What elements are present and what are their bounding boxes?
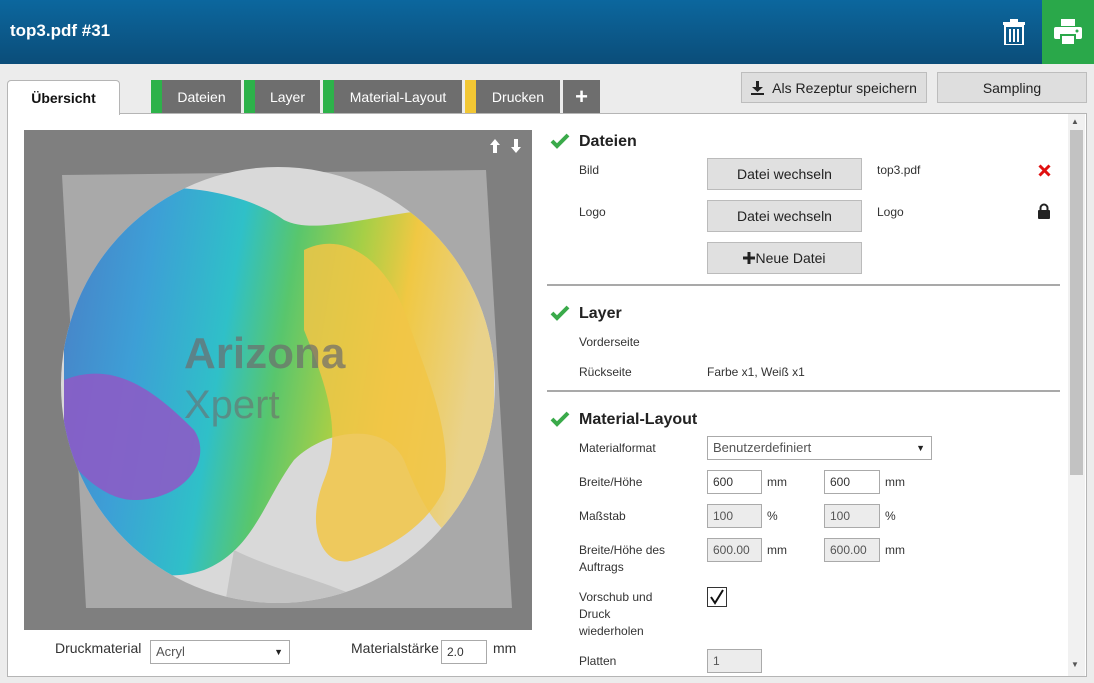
lock-icon — [1038, 203, 1050, 219]
plates-label: Platten — [579, 654, 617, 668]
title-bar: top3.pdf #31 — [0, 0, 1094, 64]
tab-layer[interactable]: Layer — [244, 80, 320, 113]
scroll-up-arrow-icon[interactable]: ▲ — [1071, 117, 1079, 126]
download-icon — [751, 80, 765, 95]
check-icon — [550, 411, 570, 427]
preview-image: Arizona Xpert — [61, 167, 512, 608]
back-value: Farbe x1, Weiß x1 — [707, 365, 805, 379]
add-tab-button[interactable]: + — [563, 80, 600, 113]
width-unit: mm — [767, 475, 787, 489]
change-image-button[interactable]: Datei wechseln — [707, 158, 862, 190]
tab-material-layout[interactable]: Material-Layout — [323, 80, 462, 113]
repeat-label: Vorschub und Druck wiederholen — [579, 590, 653, 638]
brand-text-2: Xpert — [184, 383, 280, 427]
tab-label: Drucken — [491, 88, 545, 105]
scale-x-unit: % — [767, 509, 778, 523]
material-label: Druckmaterial — [55, 640, 142, 656]
tab-drucken[interactable]: Drucken — [465, 80, 560, 113]
job-size-label: Breite/Höhe des Auftrags — [579, 543, 666, 574]
print-button[interactable] — [1042, 0, 1094, 64]
scale-y-unit: % — [885, 509, 896, 523]
tab-status-stripe — [151, 80, 162, 113]
check-icon — [550, 133, 570, 149]
job-width-unit: mm — [767, 543, 787, 557]
check-icon — [550, 305, 570, 321]
tab-dateien[interactable]: Dateien — [151, 80, 241, 113]
thickness-unit: mm — [493, 640, 517, 656]
height-unit: mm — [885, 475, 905, 489]
print-preview: Arizona Xpert — [24, 130, 532, 630]
document-title: top3.pdf #31 — [10, 21, 111, 40]
section-divider — [547, 390, 1060, 392]
scale-label: Maßstab — [579, 509, 626, 523]
material-select[interactable]: Acryl ▼ — [150, 640, 290, 664]
checkmark-icon — [710, 589, 724, 605]
repeat-checkbox[interactable] — [707, 587, 727, 607]
tab-status-stripe — [465, 80, 476, 113]
format-select-value: Benutzerdefiniert — [713, 440, 812, 455]
material-select-value: Acryl — [156, 644, 185, 659]
plates-input[interactable]: 1 — [707, 649, 762, 673]
brand-text-1: Arizona — [184, 329, 346, 378]
format-label: Materialformat — [579, 441, 656, 455]
logo-filename: Logo — [877, 205, 904, 219]
size-label: Breite/Höhe — [579, 475, 643, 489]
printer-icon — [1054, 19, 1082, 45]
thickness-label: Materialstärke — [351, 640, 439, 656]
new-file-button[interactable]: Neue Datei — [707, 242, 862, 274]
scale-y-input[interactable]: 100 — [824, 504, 880, 528]
width-input[interactable]: 600 — [707, 470, 762, 494]
sampling-button[interactable]: Sampling — [937, 72, 1087, 103]
section-title-dateien: Dateien — [579, 133, 637, 150]
delete-button[interactable] — [986, 0, 1042, 64]
section-title-material-layout: Material-Layout — [579, 411, 698, 428]
format-select[interactable]: Benutzerdefiniert ▼ — [707, 436, 932, 460]
chevron-down-icon: ▼ — [274, 647, 283, 657]
tab-uebersicht[interactable]: Übersicht — [7, 80, 120, 115]
tab-label: Layer — [269, 88, 306, 105]
save-recipe-label: Als Rezeptur speichern — [772, 79, 917, 96]
thickness-input[interactable]: 2.0 — [441, 640, 487, 664]
scroll-down-arrow-icon[interactable]: ▼ — [1071, 660, 1079, 669]
new-file-label: Neue Datei — [755, 250, 826, 266]
flip-order-control[interactable] — [489, 138, 523, 159]
scrollbar-thumb[interactable] — [1070, 130, 1083, 475]
up-down-arrows-icon — [490, 139, 521, 153]
section-divider — [547, 284, 1060, 286]
job-height-input[interactable]: 600.00 — [824, 538, 880, 562]
plus-icon — [743, 252, 756, 264]
back-label: Rückseite — [579, 365, 632, 379]
section-title-layer: Layer — [579, 305, 622, 322]
save-recipe-button[interactable]: Als Rezeptur speichern — [741, 72, 927, 103]
change-logo-button[interactable]: Datei wechseln — [707, 200, 862, 232]
chevron-down-icon: ▼ — [916, 443, 925, 453]
image-filename: top3.pdf — [877, 163, 921, 177]
tab-status-stripe — [244, 80, 255, 113]
scale-x-input[interactable]: 100 — [707, 504, 762, 528]
job-width-input[interactable]: 600.00 — [707, 538, 762, 562]
height-input[interactable]: 600 — [824, 470, 880, 494]
front-label: Vorderseite — [579, 335, 640, 349]
trash-icon — [1003, 19, 1025, 45]
tab-label: Material-Layout — [349, 88, 447, 105]
bild-label: Bild — [579, 163, 600, 177]
tab-status-stripe — [323, 80, 334, 113]
job-height-unit: mm — [885, 543, 905, 557]
logo-label: Logo — [579, 205, 606, 219]
tab-label: Dateien — [177, 88, 226, 105]
remove-file-icon[interactable] — [1038, 164, 1051, 177]
